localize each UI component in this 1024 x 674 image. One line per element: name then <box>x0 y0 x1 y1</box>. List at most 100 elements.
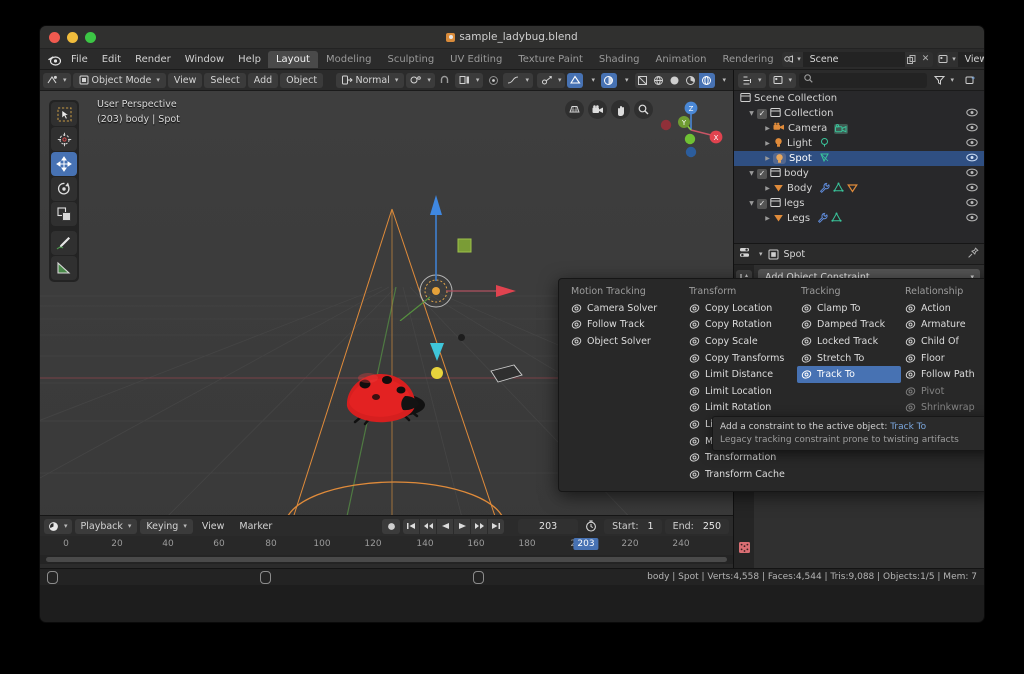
modifier-wrench-icon[interactable] <box>819 182 830 196</box>
show-gizmo-icon[interactable]: ▾ <box>536 72 566 88</box>
outliner-row-body-object[interactable]: ▶ Body <box>734 181 984 196</box>
outliner-row-scene-collection[interactable]: Scene Collection <box>734 91 984 106</box>
workspace-tab-layout[interactable]: Layout <box>267 50 318 68</box>
constraint-item-clamp-to[interactable]: Clamp To <box>797 300 901 317</box>
pin-icon[interactable] <box>967 246 979 262</box>
viewport-nav-icons[interactable] <box>565 100 653 119</box>
chevron-right-icon[interactable]: ▶ <box>762 155 773 162</box>
jump-next-keyframe-icon[interactable] <box>471 518 488 534</box>
timeline-ruler[interactable]: 0 20 40 60 80 100 120 140 160 180 200 22… <box>40 536 733 555</box>
outliner-row-collection[interactable]: ▼ ✓ Collection <box>734 106 984 121</box>
editor-type-chevron-icon[interactable]: ▾ <box>759 250 763 258</box>
minimize-window-button[interactable] <box>67 31 78 43</box>
outliner-row-spot[interactable]: ▶ Spot <box>734 151 984 166</box>
menu-help[interactable]: Help <box>231 51 268 68</box>
maximize-window-button[interactable] <box>85 31 96 43</box>
workspace-tab-uv-editing[interactable]: UV Editing <box>442 51 510 68</box>
shading-rendered-icon[interactable] <box>683 73 699 88</box>
exclude-checkbox[interactable]: ✓ <box>757 198 767 209</box>
gizmo-z-negative[interactable] <box>422 341 452 385</box>
chevron-right-icon[interactable]: ▶ <box>762 125 773 132</box>
play-reverse-icon[interactable] <box>437 518 454 534</box>
visibility-eye-icon[interactable] <box>966 153 978 165</box>
constraint-item-action[interactable]: Action <box>901 300 984 317</box>
visibility-eye-icon[interactable] <box>966 198 978 210</box>
axis-navigation-gizmo[interactable]: Z Y X <box>658 97 724 163</box>
timeline-menu-keying[interactable]: Keying ▾ <box>140 518 193 534</box>
jump-prev-keyframe-icon[interactable] <box>420 518 437 534</box>
visibility-eye-icon[interactable] <box>966 183 978 195</box>
id-type-filter-icon[interactable]: ▾ <box>768 72 797 88</box>
zoom-magnifier-icon[interactable] <box>634 100 653 119</box>
viewport-menu-object[interactable]: Object <box>280 72 324 88</box>
xray-toggle-icon[interactable] <box>600 72 617 88</box>
shading-dropdown[interactable]: ▾ <box>717 73 731 88</box>
constraint-item-copy-transforms[interactable]: Copy Transforms <box>685 350 797 367</box>
visibility-eye-icon[interactable] <box>966 123 978 135</box>
camera-data-icon[interactable] <box>834 123 849 134</box>
cursor-tool[interactable] <box>51 127 77 151</box>
new-collection-icon[interactable] <box>961 73 980 88</box>
visibility-eye-icon[interactable] <box>966 108 978 120</box>
interaction-mode-selector[interactable]: Object Mode ▾ <box>72 72 166 88</box>
shading-solid-icon[interactable] <box>651 73 667 88</box>
exclude-checkbox[interactable]: ✓ <box>757 168 767 179</box>
shading-wireframe-icon[interactable] <box>635 73 651 88</box>
outliner[interactable]: Scene Collection ▼ ✓ Collection ▶ Camera… <box>734 91 984 243</box>
constraint-item-locked-track[interactable]: Locked Track <box>797 333 901 350</box>
proportional-edit-icon[interactable] <box>485 73 501 88</box>
workspace-tab-animation[interactable]: Animation <box>648 51 715 68</box>
snap-target-selector[interactable]: ▾ <box>454 72 484 88</box>
constraint-item-follow-track[interactable]: Follow Track <box>567 317 685 334</box>
annotate-tool[interactable] <box>51 231 77 255</box>
pivot-point-icon[interactable]: ▾ <box>406 72 435 88</box>
timeline-menu-marker[interactable]: Marker <box>233 519 278 534</box>
viewport-menu-view[interactable]: View <box>167 72 203 88</box>
scale-tool[interactable] <box>51 202 77 226</box>
properties-tab-texture[interactable] <box>736 539 752 555</box>
scene-name[interactable]: Scene <box>802 51 905 67</box>
snap-magnet-icon[interactable] <box>437 73 453 88</box>
constraint-item-child-of[interactable]: Child Of <box>901 333 984 350</box>
playback-transport[interactable] <box>403 518 505 534</box>
menu-file[interactable]: File <box>64 51 95 68</box>
blender-logo-icon[interactable] <box>47 52 61 66</box>
constraint-item-track-to[interactable]: Track To <box>797 366 901 383</box>
duplicate-icon[interactable] <box>905 54 919 64</box>
mesh-data-icon[interactable] <box>831 211 842 226</box>
constraint-item-shrinkwrap[interactable]: Shrinkwrap <box>901 400 984 417</box>
frame-end-field[interactable]: End: 250 <box>664 518 729 534</box>
constraint-item-stretch-to[interactable]: Stretch To <box>797 350 901 367</box>
timeline-scrollbar[interactable] <box>40 555 733 564</box>
outliner-row-body-collection[interactable]: ▼ ✓ body <box>734 166 984 181</box>
view-layer-selector[interactable]: ▾ View Layer ✕ <box>936 51 984 67</box>
constraint-item-transformation[interactable]: Transformation <box>685 449 797 466</box>
visibility-eye-icon[interactable] <box>966 138 978 150</box>
constraint-item-transform-cache[interactable]: Transform Cache <box>685 466 797 483</box>
shading-rendered-active-icon[interactable] <box>698 72 715 88</box>
chevron-right-icon[interactable]: ▶ <box>762 185 773 192</box>
shading-material-preview-icon[interactable] <box>667 73 683 88</box>
outliner-display-mode-icon[interactable]: ▾ <box>738 72 766 88</box>
frame-start-field[interactable]: Start: 1 <box>604 518 662 534</box>
rotate-tool[interactable] <box>51 177 77 201</box>
jump-to-end-icon[interactable] <box>488 518 505 534</box>
chevron-down-icon[interactable]: ▼ <box>746 200 757 207</box>
constraint-item-limit-distance[interactable]: Limit Distance <box>685 366 797 383</box>
constraint-item-camera-solver[interactable]: Camera Solver <box>567 300 685 317</box>
constraint-item-floor[interactable]: Floor <box>901 350 984 367</box>
unlink-scene-icon[interactable]: ✕ <box>919 54 933 64</box>
view-camera-icon[interactable] <box>588 100 607 119</box>
outliner-row-legs-object[interactable]: ▶ Legs <box>734 211 984 226</box>
view-layer-name[interactable]: View Layer <box>957 51 984 67</box>
pan-hand-icon[interactable] <box>611 100 630 119</box>
tweak-select-box-tool[interactable] <box>51 102 77 126</box>
constraint-item-copy-rotation[interactable]: Copy Rotation <box>685 317 797 334</box>
show-overlays-icon[interactable] <box>567 72 584 88</box>
filter-funnel-icon[interactable]: ▾ <box>930 73 958 88</box>
visibility-eye-icon[interactable] <box>966 213 978 225</box>
constraint-item-limit-location[interactable]: Limit Location <box>685 383 797 400</box>
workspace-tab-rendering[interactable]: Rendering <box>714 51 781 68</box>
viewport-shading-group[interactable] <box>634 72 715 88</box>
viewport-toolbar[interactable] <box>49 100 79 282</box>
